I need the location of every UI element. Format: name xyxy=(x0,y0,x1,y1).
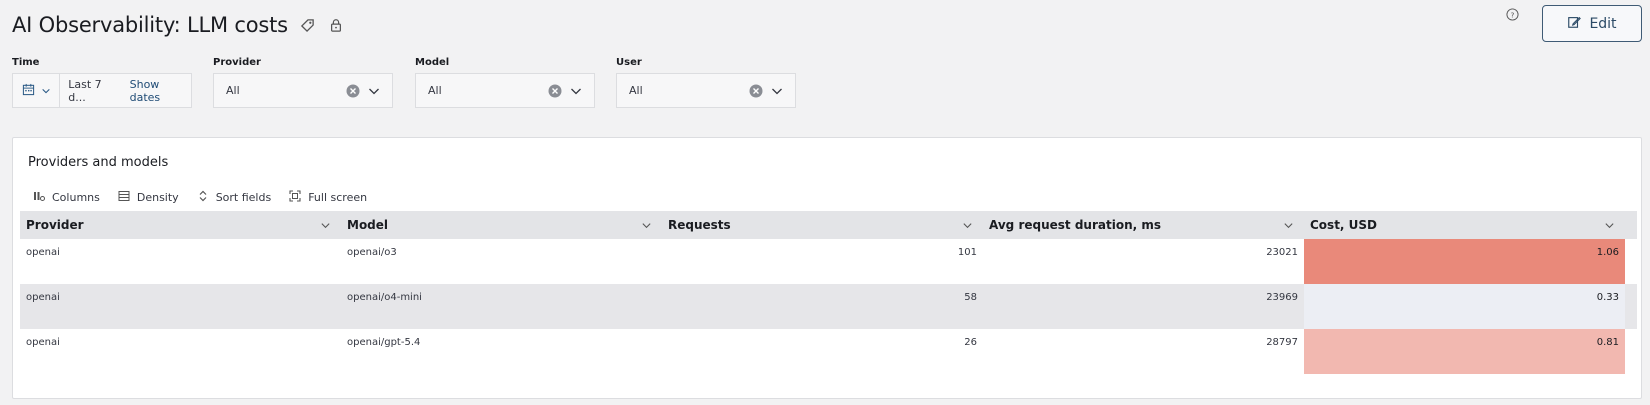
provider-select-value: All xyxy=(226,84,240,97)
columns-icon xyxy=(33,190,45,205)
model-select[interactable]: All xyxy=(415,73,595,108)
tag-icon[interactable] xyxy=(300,17,316,33)
providers-models-panel: Providers and models Columns Density Sor… xyxy=(12,137,1642,399)
clear-circle-icon[interactable] xyxy=(548,84,562,98)
table-toolbar: Columns Density Sort fields Full screen xyxy=(33,190,385,205)
table-row: openai openai/gpt-5.4 26 28797 0.81 xyxy=(20,329,1637,374)
model-select-value: All xyxy=(428,84,442,97)
model-label: Model xyxy=(415,57,450,68)
table-header: Provider Model Requests Avg request dura… xyxy=(20,211,1637,239)
cell-cost: 0.81 xyxy=(1304,329,1625,374)
chevron-down-icon[interactable] xyxy=(1604,220,1615,231)
density-icon xyxy=(118,190,130,205)
density-button[interactable]: Density xyxy=(118,190,179,205)
chevron-down-icon[interactable] xyxy=(771,85,783,97)
cell-model: openai/gpt-5.4 xyxy=(347,337,421,348)
time-picker[interactable]: Last 7 d... Show dates xyxy=(12,73,192,108)
provider-label: Provider xyxy=(213,57,261,68)
cell-avg-duration: 28797 xyxy=(1266,337,1298,348)
time-label: Time xyxy=(12,57,40,68)
column-header-model[interactable]: Model xyxy=(341,211,662,239)
sort-fields-button[interactable]: Sort fields xyxy=(197,190,272,205)
cell-provider: openai xyxy=(26,292,60,303)
page-header: AI Observability: LLM costs xyxy=(12,10,344,40)
edit-button-label: Edit xyxy=(1589,15,1617,32)
provider-select[interactable]: All xyxy=(213,73,393,108)
time-range-value[interactable]: Last 7 d... xyxy=(68,78,120,104)
column-header-provider[interactable]: Provider xyxy=(20,211,341,239)
cell-cost: 0.33 xyxy=(1304,284,1625,329)
pencil-icon xyxy=(1567,15,1582,33)
cell-model: openai/o3 xyxy=(347,247,397,258)
clear-circle-icon[interactable] xyxy=(749,84,763,98)
column-header-label: Model xyxy=(347,218,389,232)
columns-button[interactable]: Columns xyxy=(33,190,100,205)
table-row: openai openai/o3 101 23021 1.06 xyxy=(20,239,1637,284)
column-header-label: Provider xyxy=(26,218,84,232)
calendar-icon xyxy=(22,81,35,100)
question-circle-icon[interactable]: ? xyxy=(1506,6,1520,21)
full-screen-icon xyxy=(289,190,301,205)
chevron-down-icon[interactable] xyxy=(962,220,973,231)
chevron-down-icon xyxy=(41,81,51,100)
edit-button[interactable]: Edit xyxy=(1542,5,1642,42)
lock-icon[interactable] xyxy=(328,17,344,33)
chevron-down-icon[interactable] xyxy=(570,85,582,97)
chevron-down-icon[interactable] xyxy=(320,220,331,231)
column-header-label: Cost, USD xyxy=(1310,218,1378,232)
cell-provider: openai xyxy=(26,247,60,258)
full-screen-label: Full screen xyxy=(308,191,368,204)
chevron-down-icon[interactable] xyxy=(368,85,380,97)
panel-title: Providers and models xyxy=(28,155,169,170)
chevron-down-icon[interactable] xyxy=(641,220,652,231)
cell-requests: 26 xyxy=(964,337,977,348)
cell-avg-duration: 23969 xyxy=(1266,292,1298,303)
page-title: AI Observability: LLM costs xyxy=(12,13,288,37)
columns-label: Columns xyxy=(52,191,100,204)
cell-model: openai/o4-mini xyxy=(347,292,422,303)
column-header-label: Requests xyxy=(668,218,731,232)
time-quick-select-button[interactable] xyxy=(13,74,61,107)
sort-fields-label: Sort fields xyxy=(215,191,272,204)
column-header-label: Avg request duration, ms xyxy=(989,218,1162,232)
cell-cost: 1.06 xyxy=(1304,239,1625,284)
svg-text:?: ? xyxy=(1511,10,1515,19)
cell-avg-duration: 23021 xyxy=(1266,247,1298,258)
table-row: openai openai/o4-mini 58 23969 0.33 xyxy=(20,284,1637,329)
density-label: Density xyxy=(136,191,179,204)
cell-provider: openai xyxy=(26,337,60,348)
show-dates-link[interactable]: Show dates xyxy=(130,78,191,104)
data-table: Provider Model Requests Avg request dura… xyxy=(20,211,1637,374)
column-header-cost[interactable]: Cost, USD xyxy=(1304,211,1625,239)
cell-requests: 101 xyxy=(957,247,977,258)
sort-icon xyxy=(197,190,209,205)
chevron-down-icon[interactable] xyxy=(1283,220,1294,231)
column-header-requests[interactable]: Requests xyxy=(662,211,983,239)
full-screen-button[interactable]: Full screen xyxy=(289,190,367,205)
column-header-avg-duration[interactable]: Avg request duration, ms xyxy=(983,211,1304,239)
user-label: User xyxy=(616,57,642,68)
user-select-value: All xyxy=(629,84,643,97)
cell-requests: 58 xyxy=(964,292,977,303)
clear-circle-icon[interactable] xyxy=(346,84,360,98)
user-select[interactable]: All xyxy=(616,73,796,108)
